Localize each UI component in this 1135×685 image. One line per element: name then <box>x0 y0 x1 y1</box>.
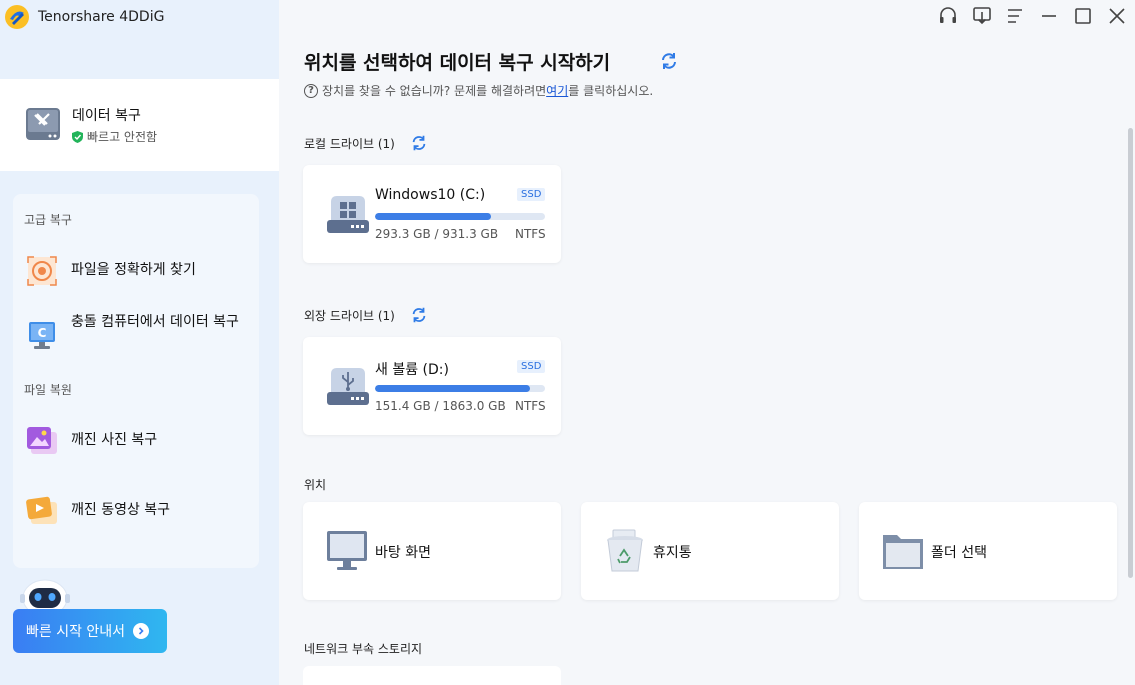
locations-label: 위치 <box>304 478 327 492</box>
help-text: 장치를 찾을 수 없습니까? 문제를 해결하려면 <box>322 84 547 98</box>
windows-drive-icon <box>327 196 369 233</box>
usage-bar-fill <box>375 385 530 392</box>
arrow-right-icon <box>133 623 150 639</box>
drive-card-d[interactable]: 새 볼륨 (D:) SSD 151.4 GB / 1863.0 GB NTFS <box>303 337 561 435</box>
page-title: 위치를 선택하여 데이터 복구 시작하기 <box>304 52 611 74</box>
usage-bar-fill <box>375 213 491 220</box>
crashed-computer-icon: C <box>29 322 55 349</box>
external-refresh-icon[interactable] <box>410 306 428 324</box>
desktop-icon <box>327 531 367 570</box>
repair-section-label: 파일 복원 <box>24 383 72 397</box>
sidebar-item-video-repair[interactable]: 깨진 동영상 복구 <box>25 494 170 528</box>
data-recovery-subtitle-text: 빠르고 안전함 <box>87 130 158 144</box>
minimize-icon[interactable] <box>1038 5 1060 27</box>
menu-icon[interactable] <box>1004 5 1026 27</box>
ssd-badge: SSD <box>517 360 546 373</box>
sidebar-item-find-files[interactable]: 파일을 정확하게 찾기 <box>25 254 196 288</box>
brand-header: Tenorshare 4DDiG <box>0 0 279 78</box>
help-link[interactable]: 여기 <box>546 82 568 99</box>
drive-size: 151.4 GB / 1863.0 GB <box>375 399 506 413</box>
drive-name: Windows10 (C:) <box>375 187 486 203</box>
target-file-icon <box>27 256 57 286</box>
headset-support-icon[interactable] <box>937 5 959 27</box>
maximize-icon[interactable] <box>1072 5 1094 27</box>
location-label: 휴지통 <box>653 545 692 561</box>
location-select-folder[interactable]: 폴더 선택 <box>859 502 1117 600</box>
location-desktop[interactable]: 바탕 화면 <box>303 502 561 600</box>
help-line: ? 장치를 찾을 수 없습니까? 문제를 해결하려면 여기 를 클릭하십시오. <box>304 82 653 99</box>
drive-card-c[interactable]: Windows10 (C:) SSD 293.3 GB / 931.3 GB N… <box>303 165 561 263</box>
sidebar-item-photo-repair[interactable]: 깨진 사진 복구 <box>25 424 157 458</box>
data-recovery-subtitle: 빠르고 안전함 <box>72 128 157 145</box>
usage-bar <box>375 213 545 220</box>
usage-bar <box>375 385 545 392</box>
folder-icon <box>883 535 923 569</box>
refresh-icon[interactable] <box>659 51 679 71</box>
svg-text:C: C <box>38 326 47 340</box>
sidebar-item-label: 파일을 정확하게 찾기 <box>71 262 196 278</box>
location-label: 바탕 화면 <box>375 545 431 561</box>
recycle-bin-icon <box>607 529 643 572</box>
network-storage-label: 네트워크 부속 스토리지 <box>304 642 423 656</box>
ssd-badge: SSD <box>517 188 546 201</box>
location-recycle-bin[interactable]: 휴지통 <box>581 502 839 600</box>
drive-filesystem: NTFS <box>515 227 546 241</box>
sidebar-item-label: 깨진 사진 복구 <box>71 432 158 448</box>
data-recovery-title: 데이터 복구 <box>72 108 141 124</box>
external-drives-label: 외장 드라이브 (1) <box>304 309 395 323</box>
photo-repair-icon <box>27 427 57 454</box>
shield-check-icon <box>72 130 83 143</box>
local-drives-label: 로컬 드라이브 (1) <box>304 137 395 151</box>
quick-start-guide-label: 빠른 시작 안내서 <box>26 624 126 640</box>
question-icon: ? <box>304 83 318 98</box>
location-label: 폴더 선택 <box>931 545 987 561</box>
sidebar-item-crashed-computer[interactable]: C 충돌 컴퓨터에서 데이터 복구 <box>25 312 245 352</box>
download-icon[interactable] <box>971 5 993 27</box>
quick-start-guide-button[interactable]: 빠른 시작 안내서 <box>13 609 167 653</box>
app-name: Tenorshare 4DDiG <box>38 9 165 25</box>
drive-name: 새 볼륨 (D:) <box>375 362 449 378</box>
video-repair-icon <box>26 496 57 524</box>
sidebar-item-label: 깨진 동영상 복구 <box>71 502 171 518</box>
app-logo-icon <box>5 5 29 29</box>
data-recovery-icon <box>26 108 60 140</box>
advanced-section-label: 고급 복구 <box>24 213 72 227</box>
scrollbar[interactable] <box>1128 128 1133 578</box>
help-text-suffix: 를 클릭하십시오. <box>568 84 654 98</box>
local-refresh-icon[interactable] <box>410 134 428 152</box>
close-icon[interactable] <box>1106 5 1128 27</box>
drive-size: 293.3 GB / 931.3 GB <box>375 227 499 241</box>
network-storage-card[interactable] <box>303 666 561 685</box>
drive-filesystem: NTFS <box>515 399 546 413</box>
sidebar-item-label: 충돌 컴퓨터에서 데이터 복구 <box>71 314 239 330</box>
usb-drive-icon <box>327 368 369 405</box>
